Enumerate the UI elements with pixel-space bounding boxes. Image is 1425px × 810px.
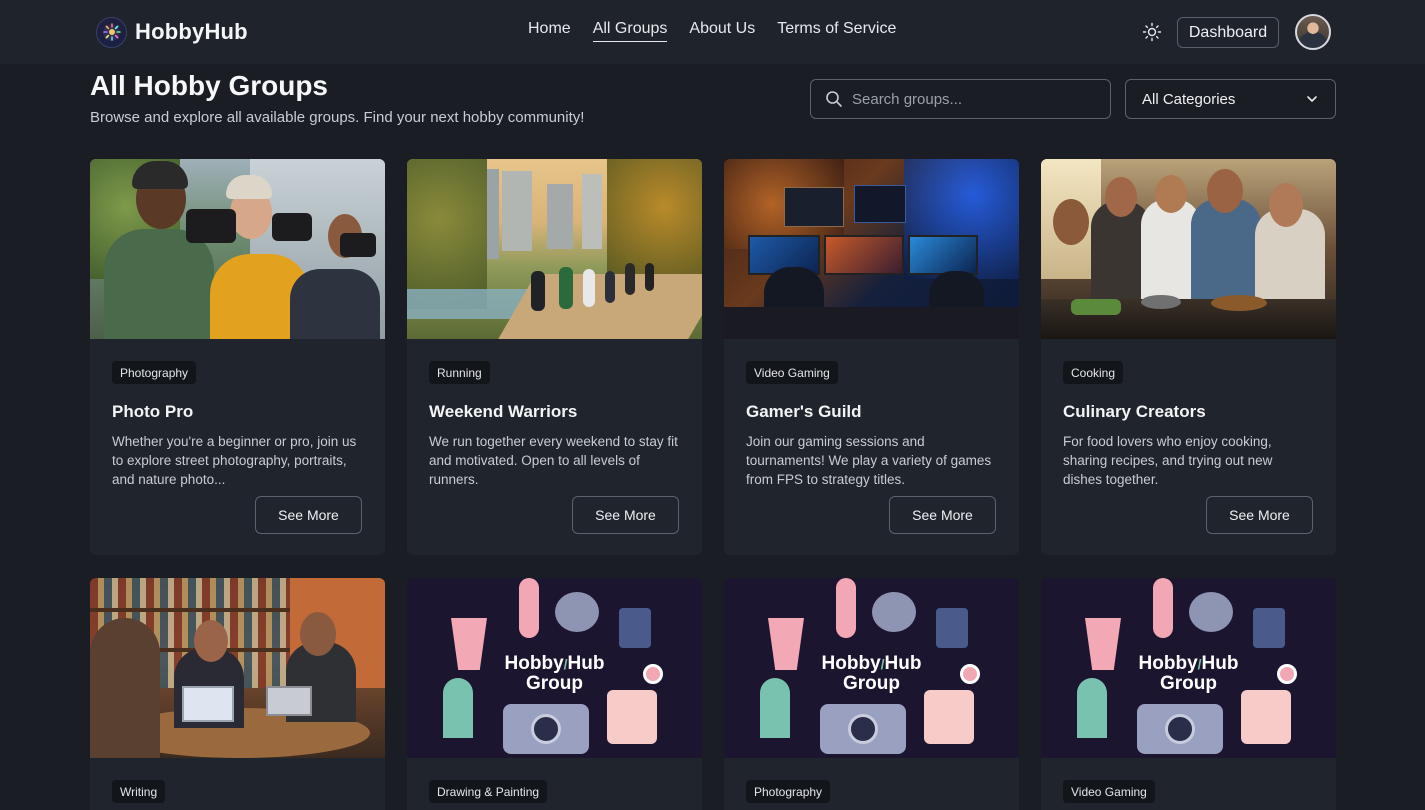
group-card-image bbox=[407, 159, 702, 339]
group-card: Hobby/Hub Group Photography bbox=[724, 578, 1019, 810]
group-card-image bbox=[90, 578, 385, 758]
main-nav: Home All Groups About Us Terms of Servic… bbox=[528, 20, 918, 42]
group-card: Video Gaming Gamer's Guild Join our gami… bbox=[724, 159, 1019, 555]
brand-name: HobbyHub bbox=[135, 19, 248, 44]
brand-link[interactable]: HobbyHub bbox=[96, 16, 248, 48]
dashboard-button[interactable]: Dashboard bbox=[1177, 17, 1279, 48]
nav-link-terms-of-service[interactable]: Terms of Service bbox=[777, 20, 896, 42]
category-tag: Video Gaming bbox=[1063, 780, 1155, 803]
image-logo-text: Hobby/Hub Group bbox=[821, 653, 922, 694]
user-avatar[interactable] bbox=[1295, 14, 1331, 50]
category-filter-select[interactable]: All Categories bbox=[1125, 79, 1336, 119]
image-logo-text: Hobby/Hub Group bbox=[1138, 653, 1239, 694]
group-card-image bbox=[1041, 159, 1336, 339]
group-card-image: Hobby/Hub Group bbox=[407, 578, 702, 758]
category-tag: Video Gaming bbox=[746, 361, 838, 384]
page-title: All Hobby Groups bbox=[90, 70, 328, 101]
see-more-button[interactable]: See More bbox=[572, 496, 679, 534]
nav-link-all-groups[interactable]: All Groups bbox=[592, 20, 668, 42]
category-tag: Writing bbox=[112, 780, 166, 803]
group-card-image bbox=[724, 159, 1019, 339]
search-field[interactable] bbox=[810, 79, 1111, 119]
group-title: Culinary Creators bbox=[1063, 402, 1206, 421]
sun-icon[interactable] bbox=[1142, 22, 1162, 42]
hobbyhub-logo-icon bbox=[96, 16, 127, 48]
group-title: Gamer's Guild bbox=[746, 402, 862, 421]
group-card: Writing bbox=[90, 578, 385, 810]
category-tag: Cooking bbox=[1063, 361, 1124, 384]
group-title: Photo Pro bbox=[112, 402, 194, 421]
see-more-button[interactable]: See More bbox=[255, 496, 362, 534]
category-tag: Drawing & Painting bbox=[429, 780, 548, 803]
search-input[interactable] bbox=[852, 90, 1092, 108]
group-card: Running Weekend Warriors We run together… bbox=[407, 159, 702, 555]
group-card-image bbox=[90, 159, 385, 339]
see-more-button[interactable]: See More bbox=[1206, 496, 1313, 534]
group-card: Cooking Culinary Creators For food lover… bbox=[1041, 159, 1336, 555]
group-description: Join our gaming sessions and tournaments… bbox=[746, 434, 992, 487]
group-description: We run together every weekend to stay fi… bbox=[429, 434, 678, 487]
top-navbar: HobbyHub Home All Groups About Us Terms … bbox=[0, 0, 1425, 64]
group-card: Photography Photo Pro Whether you're a b… bbox=[90, 159, 385, 555]
page-subtitle: Browse and explore all available groups.… bbox=[90, 109, 585, 126]
see-more-button[interactable]: See More bbox=[889, 496, 996, 534]
group-card: Hobby/Hub Group Drawing & Painting bbox=[407, 578, 702, 810]
category-filter-value: All Categories bbox=[1142, 90, 1236, 108]
nav-link-home[interactable]: Home bbox=[528, 20, 571, 42]
chevron-down-icon bbox=[1307, 96, 1317, 102]
group-card-image: Hobby/Hub Group bbox=[724, 578, 1019, 758]
nav-link-about-us[interactable]: About Us bbox=[689, 20, 755, 42]
category-tag: Running bbox=[429, 361, 490, 384]
image-logo-text: Hobby/Hub Group bbox=[504, 653, 605, 694]
search-icon bbox=[826, 91, 842, 107]
group-card-image: Hobby/Hub Group bbox=[1041, 578, 1336, 758]
category-tag: Photography bbox=[112, 361, 197, 384]
group-description: For food lovers who enjoy cooking, shari… bbox=[1063, 434, 1273, 487]
group-description: Whether you're a beginner or pro, join u… bbox=[112, 434, 357, 487]
category-tag: Photography bbox=[746, 780, 831, 803]
group-title: Weekend Warriors bbox=[429, 402, 578, 421]
group-card: Hobby/Hub Group Video Gaming bbox=[1041, 578, 1336, 810]
